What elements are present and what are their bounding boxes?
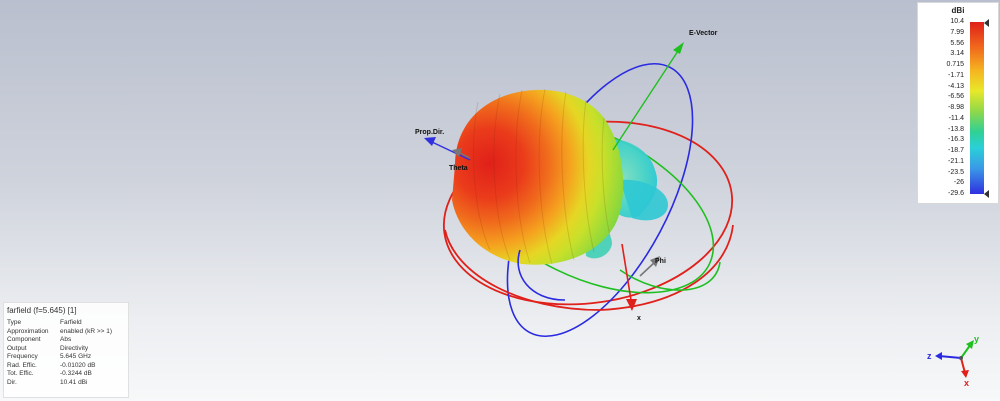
info-row: Tot. Effic. -0.3244 dB (7, 370, 112, 379)
legend-tick: -6.56 (948, 93, 964, 101)
colorbar (970, 22, 984, 194)
info-row: Approximation enabled (kR >> 1) (7, 328, 112, 337)
farfield-scene[interactable]: E-Vector Prop.Dir. Theta Phi x (0, 0, 1000, 401)
legend-tick: -29.6 (948, 190, 964, 197)
legend-tick: 0.715 (946, 61, 964, 68)
info-row: Rad. Effic. -0.01020 dB (7, 362, 112, 371)
farfield-3d-viewport[interactable]: E-Vector Prop.Dir. Theta Phi x dBi 10.4 7… (0, 0, 1000, 401)
info-key: Type (7, 319, 22, 326)
legend-tick: -16.3 (948, 136, 964, 144)
info-value: enabled (kR >> 1) (60, 327, 113, 335)
legend-unit: dBi (951, 6, 965, 15)
legend-tick: 5.56 (950, 39, 964, 47)
theta-label: Theta (449, 165, 468, 172)
info-row: Type Farfield (7, 319, 112, 328)
info-key: Component (7, 336, 41, 343)
axis-triad: z y x (927, 334, 979, 388)
info-value: -0.01020 dB (60, 361, 96, 369)
info-key: Tot. Effic. (7, 370, 34, 377)
info-row: Component Abs (7, 336, 112, 345)
info-row: Frequency 5.645 GHz (7, 353, 112, 362)
legend-tick: 10.4 (950, 18, 964, 25)
legend-tick: -21.1 (948, 157, 964, 165)
info-title: farfield (f=5.645) [1] (7, 306, 77, 315)
legend-tick: 7.99 (950, 28, 964, 36)
legend-tick: -11.4 (948, 114, 964, 122)
legend-tick: -8.98 (948, 104, 964, 111)
legend-tick: -23.5 (948, 168, 964, 176)
info-value: Directivity (60, 344, 89, 352)
info-row: Output Directivity (7, 345, 112, 354)
x-axis-label: x (637, 315, 641, 322)
legend-tick: -4.13 (948, 82, 964, 90)
info-value: 5.645 GHz (60, 353, 92, 360)
info-key: Dir. (7, 378, 17, 386)
x-axis-arrow (621, 243, 637, 311)
info-value: Farfield (60, 319, 82, 326)
legend-ticks: 10.4 7.99 5.56 3.14 0.715 -1.71 -4.13 -6.56 -8.9… (918, 18, 966, 197)
main-lobe (452, 88, 624, 265)
min-marker-icon (984, 190, 989, 198)
legend-tick: 3.14 (950, 50, 964, 58)
phi-label: Phi (655, 258, 666, 265)
max-marker-icon (984, 19, 989, 27)
info-value: Abs (60, 336, 72, 343)
legend-tick: -1.71 (948, 71, 964, 79)
color-legend: dBi 10.4 7.99 5.56 3.14 0.715 -1.71 -4.13 -6.56… (917, 2, 999, 204)
triad-y-label: y (974, 334, 979, 344)
info-row: Dir. 10.41 dBi (7, 379, 112, 388)
info-value: -0.3244 dB (60, 370, 92, 377)
prop-dir-label: Prop.Dir. (415, 129, 444, 136)
legend-tick: -26 (953, 179, 964, 187)
info-key: Frequency (7, 353, 38, 360)
e-vector-label: E-Vector (689, 30, 718, 37)
info-value: 10.41 dBi (60, 378, 88, 386)
legend-tick: -13.8 (948, 125, 964, 133)
triad-z-label: z (927, 351, 932, 361)
farfield-info-box: farfield (f=5.645) [1] Type Farfield Appro… (3, 302, 129, 398)
info-table: Type Farfield Approximation enabled (kR >> … (7, 319, 112, 387)
legend-tick: -18.7 (948, 147, 964, 154)
triad-x-label: x (964, 378, 969, 388)
e-vector-arrow (612, 42, 684, 151)
info-key: Output (7, 344, 27, 352)
info-key: Approximation (7, 327, 49, 335)
info-key: Rad. Effic. (7, 361, 37, 369)
